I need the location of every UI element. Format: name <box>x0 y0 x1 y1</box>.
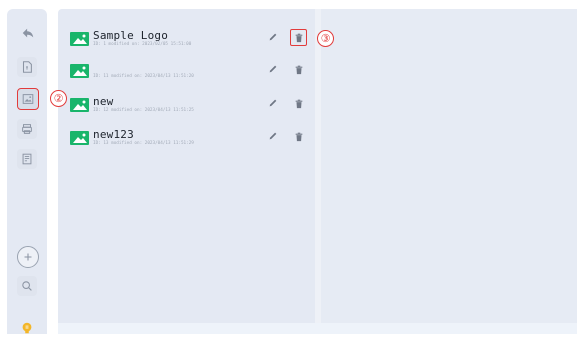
pencil-icon[interactable] <box>268 32 280 44</box>
plus-circle-icon[interactable] <box>17 246 39 268</box>
document-icon[interactable] <box>17 57 37 77</box>
template-icon[interactable] <box>17 149 37 169</box>
list-item[interactable]: ID: 11 modified on: 2023/04/13 11:51:20 <box>70 61 310 87</box>
trash-icon[interactable] <box>292 130 306 144</box>
image-thumbnail-icon <box>70 32 89 46</box>
bottom-strip <box>58 323 577 334</box>
step-2-callout: ② <box>50 90 67 107</box>
trash-icon[interactable] <box>290 29 307 46</box>
list-item[interactable]: Sample Logo ID: 1 modified on: 2023/02/0… <box>70 29 310 55</box>
list-item[interactable]: new123 ID: 13 modified on: 2023/04/13 11… <box>70 128 310 154</box>
image-icon[interactable] <box>17 88 39 110</box>
search-icon[interactable] <box>17 276 37 296</box>
image-meta: ID: 13 modified on: 2023/04/13 11:51:29 <box>93 141 194 146</box>
back-arrow-icon[interactable] <box>18 23 38 43</box>
app-window: ② ③ Sample Logo ID: 1 modified on: 2023/… <box>0 0 577 334</box>
image-thumbnail-icon <box>70 98 89 112</box>
printer-icon[interactable] <box>17 119 37 139</box>
detail-panel <box>321 9 577 323</box>
image-name: new123 <box>93 128 134 141</box>
pencil-icon[interactable] <box>268 64 280 76</box>
image-thumbnail-icon <box>70 64 89 78</box>
image-meta: ID: 1 modified on: 2023/02/05 15:51:00 <box>93 42 192 47</box>
image-thumbnail-icon <box>70 131 89 145</box>
image-meta: ID: 12 modified on: 2023/04/13 11:51:25 <box>93 108 194 113</box>
lightbulb-icon[interactable] <box>17 318 37 338</box>
list-item[interactable]: new ID: 12 modified on: 2023/04/13 11:51… <box>70 95 310 121</box>
image-name: Sample Logo <box>93 29 169 42</box>
trash-icon[interactable] <box>292 63 306 77</box>
pencil-icon[interactable] <box>268 131 280 143</box>
pencil-icon[interactable] <box>268 98 280 110</box>
image-meta: ID: 11 modified on: 2023/04/13 11:51:20 <box>93 74 194 79</box>
sidebar <box>7 9 47 334</box>
image-name: new <box>93 95 114 108</box>
image-list-panel <box>58 9 315 323</box>
trash-icon[interactable] <box>292 97 306 111</box>
step-3-callout: ③ <box>317 30 334 47</box>
